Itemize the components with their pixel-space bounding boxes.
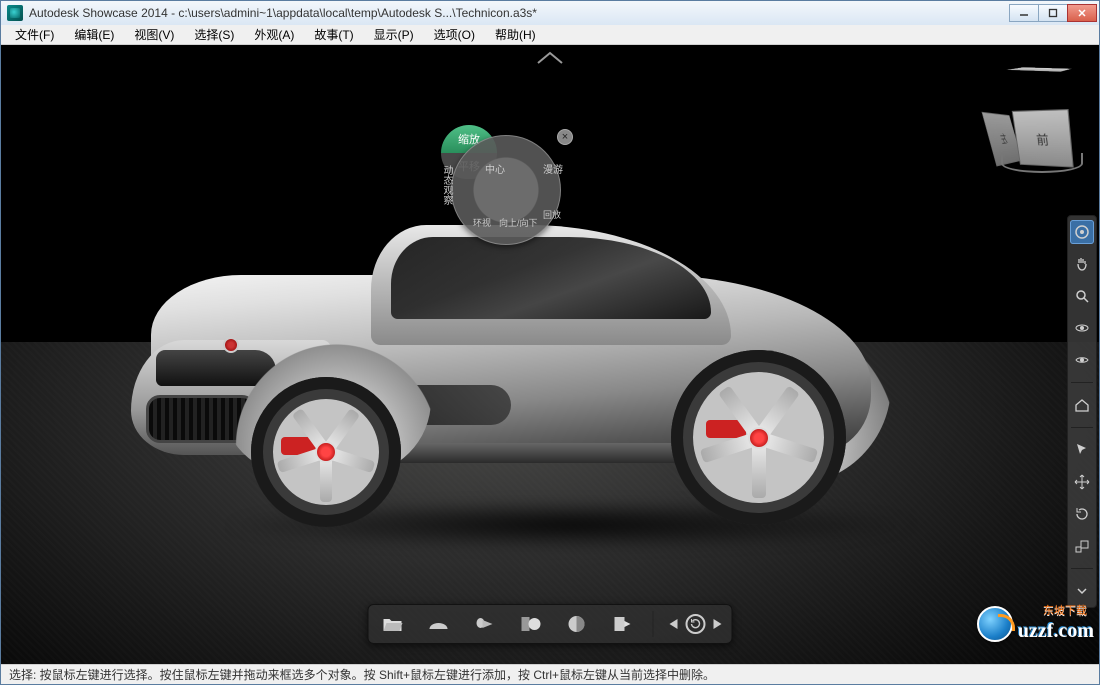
navwheel-close-icon[interactable]: × [557,129,573,145]
steering-wheel[interactable]: 缩放 平移 动态观察 中心 漫游 环视 向上/向下 回放 × [441,125,571,255]
statusbar: 选择: 按鼠标左键进行选择。按住鼠标左键并拖动来框选多个对象。按 Shift+鼠… [1,664,1099,684]
navwheel-orbit[interactable]: 动态观察 [439,165,454,205]
playback-controls [670,614,722,634]
menu-view[interactable]: 视图(V) [124,26,184,43]
maximize-button[interactable] [1038,4,1068,22]
environment-icon[interactable] [425,610,453,638]
titlebar[interactable]: Autodesk Showcase 2014 - c:\users\admini… [1,1,1099,25]
status-text: 选择: 按鼠标左键进行选择。按住鼠标左键并拖动来框选多个对象。按 Shift+鼠… [9,666,715,683]
rotate-icon[interactable] [1070,502,1094,526]
wheel-rear [671,350,846,525]
menu-look[interactable]: 外观(A) [244,26,304,43]
menu-help[interactable]: 帮助(H) [485,26,546,43]
menu-story[interactable]: 故事(T) [304,26,363,43]
minimize-button[interactable] [1009,4,1039,22]
materials-icon[interactable] [517,610,545,638]
zoom-icon[interactable] [1070,284,1094,308]
menu-options[interactable]: 选项(O) [424,26,485,43]
steering-wheel-icon[interactable] [1070,220,1094,244]
pan-icon[interactable] [1070,252,1094,276]
viewcube-compass[interactable] [1001,153,1083,173]
viewport-3d[interactable]: 缩放 平移 动态观察 中心 漫游 环视 向上/向下 回放 × 左 前 [1,45,1099,664]
play-loop-icon[interactable] [686,614,706,634]
light-icon[interactable] [471,610,499,638]
watermark-cn: 东坡下载 [1043,602,1087,618]
orbit-icon[interactable] [1070,316,1094,340]
app-window: Autodesk Showcase 2014 - c:\users\admini… [0,0,1100,685]
move-icon[interactable] [1070,470,1094,494]
play-next-icon[interactable] [714,619,722,629]
expand-top-icon[interactable] [536,51,564,70]
window-controls [1010,4,1097,22]
select-arrow-icon[interactable] [1070,438,1094,462]
menu-file[interactable]: 文件(F) [5,26,64,43]
wheel-front [251,377,401,527]
car-model[interactable] [101,215,921,525]
nav-toolbar-right [1067,215,1097,608]
main-toolbar-bottom [368,604,733,644]
menu-display[interactable]: 显示(P) [364,26,424,43]
scale-icon[interactable] [1070,534,1094,558]
navwheel-updown[interactable]: 向上/向下 [499,216,538,229]
look-icon[interactable] [1070,348,1094,372]
shot-icon[interactable] [563,610,591,638]
navwheel-rewind[interactable]: 回放 [543,208,561,221]
navwheel-roam[interactable]: 漫游 [543,161,563,176]
window-title: Autodesk Showcase 2014 - c:\users\admini… [29,6,537,20]
navwheel-look[interactable]: 环视 [473,216,491,229]
menu-select[interactable]: 选择(S) [184,26,244,43]
publish-icon[interactable] [609,610,637,638]
menu-edit[interactable]: 编辑(E) [64,26,124,43]
toolbar-menu-icon[interactable] [1070,579,1094,603]
viewcube[interactable]: 左 前 [1005,95,1079,169]
play-prev-icon[interactable] [670,619,678,629]
close-button[interactable] [1067,4,1097,22]
navwheel-center[interactable]: 中心 [485,161,505,176]
viewcube-top[interactable] [1006,67,1072,71]
open-folder-icon[interactable] [379,610,407,638]
app-icon [7,5,23,21]
home-icon[interactable] [1070,393,1094,417]
menubar: 文件(F) 编辑(E) 视图(V) 选择(S) 外观(A) 故事(T) 显示(P… [1,25,1099,45]
